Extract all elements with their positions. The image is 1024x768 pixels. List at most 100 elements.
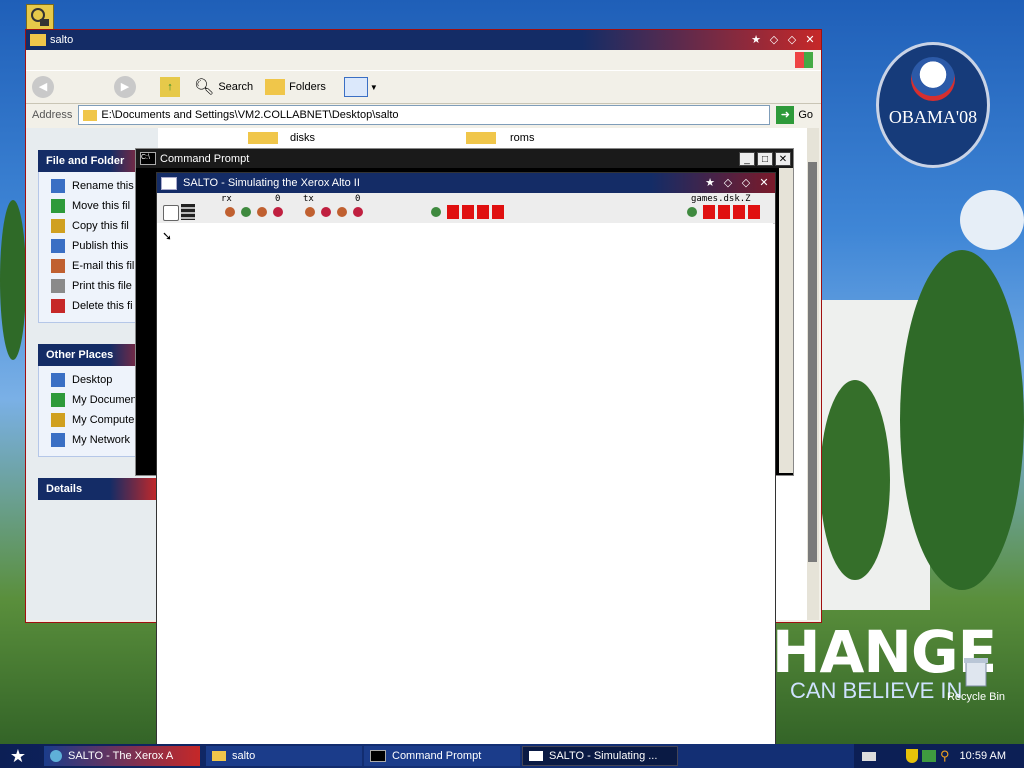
explorer-title: salto — [50, 34, 74, 46]
taskbar-task-salto-xerox[interactable]: SALTO - The Xerox A — [44, 746, 200, 766]
rx-label: rx — [221, 194, 232, 204]
salto-display[interactable]: ➘ — [157, 223, 773, 743]
move-icon — [51, 199, 65, 213]
poster-believe-text: CAN BELIEVE IN — [790, 678, 963, 703]
disk-status — [687, 205, 763, 219]
film-icon — [181, 204, 195, 220]
folder-item-disks[interactable]: disks — [248, 132, 315, 144]
recycle-bin-icon — [964, 658, 988, 687]
folder-icon — [212, 751, 226, 761]
cmd-title: Command Prompt — [160, 152, 250, 165]
taskbar-task-salto-folder[interactable]: salto — [206, 746, 362, 766]
taskbar-task-cmd[interactable]: Command Prompt — [364, 746, 520, 766]
other-place-label: My Documen — [72, 394, 137, 406]
tx-label: tx — [303, 194, 314, 204]
go-button[interactable]: ➜ Go — [776, 106, 813, 124]
maximize-button[interactable]: ◇ — [785, 33, 799, 47]
minimize-button[interactable]: ◇ — [767, 33, 781, 47]
forward-button[interactable]: ▶ — [114, 76, 136, 98]
scroll-thumb[interactable] — [808, 162, 817, 562]
cmd-scrollbar[interactable] — [779, 168, 793, 473]
keyboard-icon[interactable] — [862, 751, 876, 761]
file-task-label: Rename this — [72, 180, 134, 192]
file-task-label: Publish this — [72, 240, 129, 252]
salto-minimize-button[interactable]: ◇ — [721, 176, 735, 190]
cmd-icon — [370, 750, 386, 762]
up-folder-button[interactable]: ↑ — [160, 77, 180, 97]
search-button[interactable]: 🔍︎ Search — [194, 77, 253, 97]
up-folder-icon: ↑ — [160, 77, 180, 97]
mouse-cursor-icon: ➘ — [162, 229, 173, 243]
window-icon — [161, 176, 177, 190]
network-icon[interactable] — [922, 750, 936, 762]
windows-logo-icon — [795, 52, 813, 68]
forward-icon: ▶ — [114, 76, 136, 98]
go-arrow-icon: ➜ — [776, 106, 795, 124]
taskbar-task-salto-sim[interactable]: SALTO - Simulating ... — [522, 746, 678, 766]
views-button[interactable]: ▼ — [343, 77, 378, 97]
address-value: E:\Documents and Settings\VM2.COLLABNET\… — [101, 109, 399, 121]
explorer-toolbar: ◀ ▶ ↑ 🔍︎ Search Folders ▼ — [26, 70, 821, 104]
file-task-label: Copy this fil — [72, 220, 129, 232]
salto-maximize-button[interactable]: ◇ — [739, 176, 753, 190]
search-icon[interactable]: ⚲ — [940, 748, 950, 764]
salto-window: SALTO - Simulating the Xerox Alto II ★ ◇… — [156, 172, 776, 746]
folders-icon — [265, 79, 286, 95]
clock[interactable]: 10:59 AM — [960, 750, 1006, 762]
cpu-status — [431, 205, 507, 219]
cmd-titlebar[interactable]: C:\ Command Prompt _ □ ✕ — [136, 149, 793, 168]
cmd-minimize-button[interactable]: _ — [739, 151, 755, 166]
cmd-icon: C:\ — [140, 152, 156, 165]
other-place-label: My Network — [72, 434, 131, 446]
salto-titlebar[interactable]: SALTO - Simulating the Xerox Alto II ★ ◇… — [157, 173, 775, 193]
network-icon — [51, 433, 65, 447]
folder-icon — [30, 34, 46, 46]
close-button[interactable]: ✕ — [803, 33, 817, 47]
salto-close-button[interactable]: ✕ — [757, 176, 771, 190]
disk-name: games.dsk.Z — [691, 194, 751, 204]
task-label: Command Prompt — [392, 750, 482, 762]
obama-badge: OBAMA'08 — [876, 42, 990, 168]
system-tray: ⚲ 10:59 AM — [854, 744, 1024, 768]
desktop-shortcut[interactable] — [26, 4, 54, 32]
my-documents-icon — [51, 393, 65, 407]
cmd-close-button[interactable]: ✕ — [775, 151, 791, 166]
explorer-titlebar[interactable]: salto ★ ◇ ◇ ✕ — [26, 30, 821, 50]
address-label: Address — [32, 109, 73, 121]
tx-leds — [305, 207, 369, 220]
rx-count: 0 — [275, 194, 281, 204]
search-icon: 🔍︎ — [194, 79, 215, 96]
task-label: salto — [232, 750, 256, 762]
start-button[interactable]: ★ — [0, 744, 36, 768]
other-place-label: Desktop — [72, 374, 113, 386]
publish-icon — [51, 239, 65, 253]
star-icon: ★ — [705, 177, 715, 189]
rx-leds — [225, 207, 289, 220]
email-icon — [51, 259, 65, 273]
details-header[interactable]: Details — [38, 478, 158, 500]
address-field[interactable]: E:\Documents and Settings\VM2.COLLABNET\… — [78, 105, 771, 125]
folder-icon — [466, 132, 496, 144]
other-place-label: My Compute — [72, 414, 135, 426]
back-button[interactable]: ◀ — [32, 76, 54, 98]
recycle-bin-label: Recycle Bin — [946, 691, 1006, 703]
shield-icon[interactable] — [906, 749, 918, 763]
address-folder-icon — [83, 109, 98, 121]
go-label: Go — [798, 109, 813, 121]
folder-item-roms[interactable]: roms — [466, 132, 534, 144]
cmd-maximize-button[interactable]: □ — [757, 151, 773, 166]
clock-icon — [163, 205, 179, 221]
salto-status-bar: rx 0 tx 0 games.dsk.Z — [157, 193, 775, 224]
copy-icon — [51, 219, 65, 233]
obama-logo-icon — [911, 57, 955, 101]
explorer-scrollbar[interactable] — [807, 128, 819, 620]
salto-icon — [50, 750, 62, 762]
views-icon — [343, 77, 368, 97]
my-computer-icon — [51, 413, 65, 427]
recycle-bin[interactable]: Recycle Bin — [940, 656, 1012, 703]
back-icon: ◀ — [32, 76, 54, 98]
folder-icon — [248, 132, 278, 144]
taskbar: ★ SALTO - The Xerox A salto Command Prom… — [0, 744, 1024, 768]
folders-button[interactable]: Folders — [265, 79, 326, 95]
details-panel: Details — [38, 478, 158, 500]
